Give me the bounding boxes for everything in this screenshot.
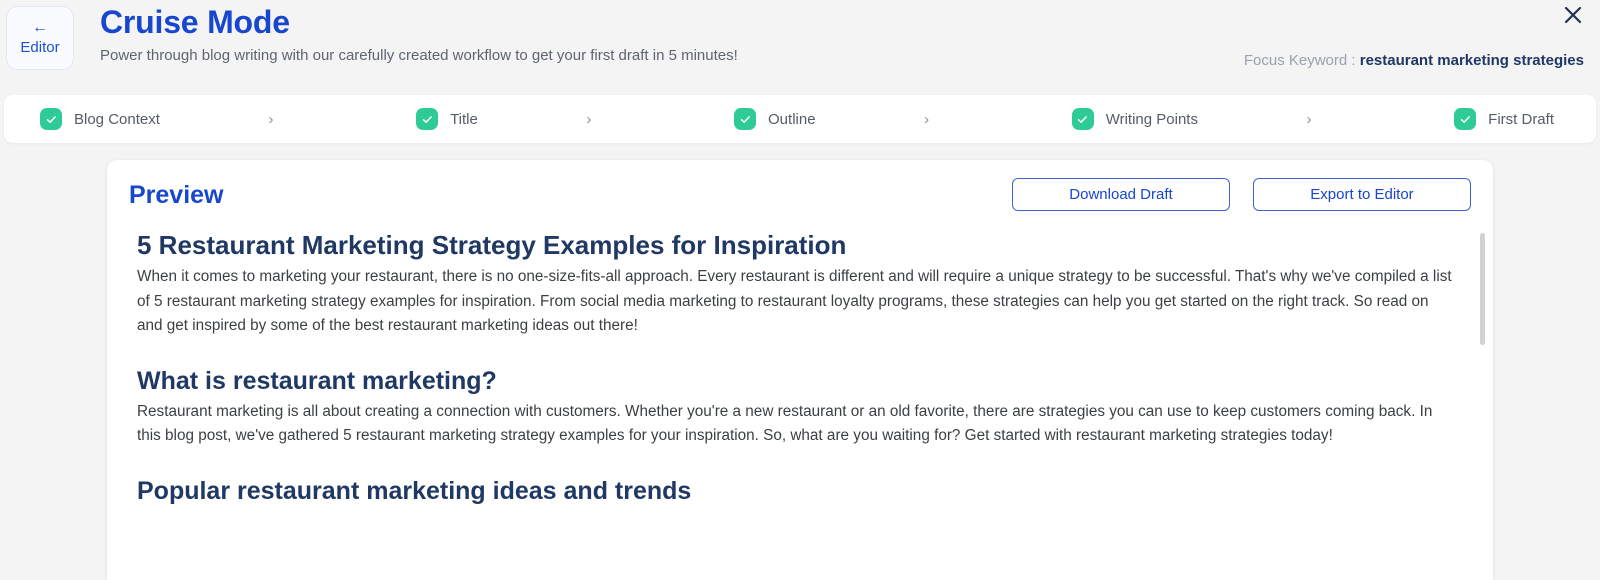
focus-keyword-value: restaurant marketing strategies — [1360, 52, 1584, 69]
document-heading-1: 5 Restaurant Marketing Strategy Examples… — [137, 229, 1459, 262]
step-writing-points[interactable]: Writing Points — [1038, 108, 1198, 130]
step-first-draft[interactable]: First Draft — [1420, 108, 1596, 130]
page-title: Cruise Mode — [100, 2, 738, 42]
step-label: Title — [450, 111, 478, 128]
step-label: Writing Points — [1106, 111, 1198, 128]
step-separator-icon: › — [160, 112, 382, 127]
arrow-left-icon: ← — [32, 20, 48, 36]
check-icon — [1454, 108, 1476, 130]
step-label: First Draft — [1488, 111, 1554, 128]
step-separator-icon: › — [1198, 112, 1420, 127]
step-outline[interactable]: Outline — [700, 108, 816, 130]
document-paragraph-2: Restaurant marketing is all about creati… — [137, 400, 1455, 449]
check-icon — [40, 108, 62, 130]
back-to-editor-button[interactable]: ← Editor — [6, 6, 74, 70]
check-icon — [1072, 108, 1094, 130]
export-to-editor-button[interactable]: Export to Editor — [1253, 178, 1471, 211]
check-icon — [416, 108, 438, 130]
close-icon[interactable] — [1559, 1, 1587, 29]
preview-toolbar: Preview Download Draft Export to Editor — [107, 160, 1493, 229]
step-separator-icon: › — [478, 112, 700, 127]
back-to-editor-label: Editor — [20, 39, 59, 57]
preview-section: Preview Download Draft Export to Editor … — [0, 143, 1600, 580]
step-title[interactable]: Title — [382, 108, 478, 130]
workflow-stepper: Blog Context › Title › Outline › Writing… — [4, 95, 1596, 143]
app-header: ← Editor Cruise Mode Power through blog … — [0, 0, 1600, 95]
preview-card: Preview Download Draft Export to Editor … — [107, 160, 1493, 580]
step-label: Blog Context — [74, 111, 160, 128]
page-subtitle: Power through blog writing with our care… — [100, 46, 738, 66]
document-paragraph-1: When it comes to marketing your restaura… — [137, 265, 1455, 339]
download-draft-button[interactable]: Download Draft — [1012, 178, 1230, 211]
header-text-block: Cruise Mode Power through blog writing w… — [100, 2, 738, 66]
step-blog-context[interactable]: Blog Context — [4, 108, 160, 130]
focus-keyword-label: Focus Keyword : — [1244, 52, 1356, 69]
document-heading-3: Popular restaurant marketing ideas and t… — [137, 475, 1459, 507]
check-icon — [734, 108, 756, 130]
step-label: Outline — [768, 111, 816, 128]
document-heading-2: What is restaurant marketing? — [137, 365, 1459, 397]
draft-document: 5 Restaurant Marketing Strategy Examples… — [107, 229, 1493, 580]
focus-keyword: Focus Keyword : restaurant marketing str… — [1244, 51, 1584, 71]
preview-title: Preview — [129, 180, 1012, 210]
step-separator-icon: › — [816, 112, 1038, 127]
document-scrollbar-thumb[interactable] — [1480, 233, 1485, 345]
